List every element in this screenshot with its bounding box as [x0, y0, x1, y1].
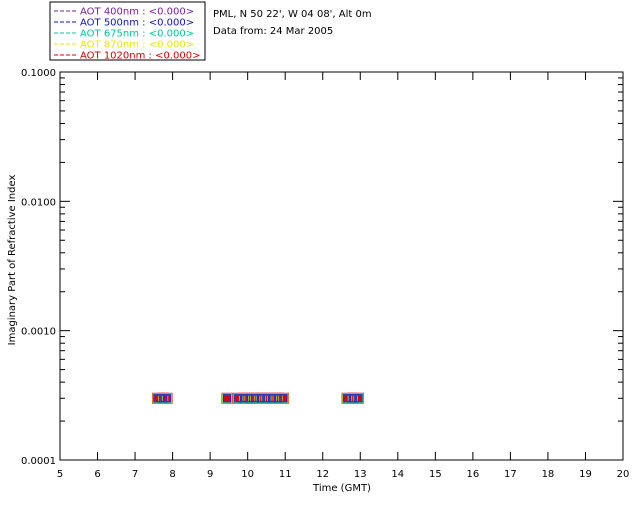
x-tick-label: 15 — [429, 469, 442, 480]
legend-label: AOT 500nm : <0.000> — [80, 18, 194, 29]
y-tick-label: 0.1000 — [21, 68, 56, 79]
x-tick-label: 16 — [466, 469, 479, 480]
x-tick-label: 5 — [57, 469, 63, 480]
x-tick-label: 10 — [241, 469, 254, 480]
chart-canvas: AOT 400nm : <0.000>AOT 500nm : <0.000>AO… — [7, 1, 630, 494]
x-tick-label: 20 — [617, 469, 630, 480]
y-tick-label: 0.0100 — [21, 197, 56, 208]
x-tick-label: 14 — [391, 469, 404, 480]
data-points — [152, 392, 364, 404]
legend-label: AOT 675nm : <0.000> — [80, 29, 194, 40]
x-tick-label: 13 — [354, 469, 367, 480]
x-tick-label: 6 — [94, 469, 100, 480]
legend-label: AOT 870nm : <0.000> — [80, 40, 194, 51]
plot-area — [59, 71, 624, 461]
x-tick-label: 19 — [579, 469, 592, 480]
y-tick-label: 0.0001 — [21, 456, 56, 467]
x-tick-label: 11 — [279, 469, 292, 480]
y-axis: 0.0001 0.0010 0.0100 0.1000 — [21, 68, 623, 467]
x-axis: 5 6 7 8 9 10 11 12 13 14 15 16 17 18 19 20 — [57, 72, 630, 480]
station-info: PML, N 50 22', W 04 08', Alt 0m — [213, 9, 372, 20]
x-tick-label: 12 — [316, 469, 329, 480]
x-tick-label: 18 — [542, 469, 555, 480]
x-tick-label: 17 — [504, 469, 517, 480]
legend-label: AOT 1020nm : <0.000> — [80, 51, 200, 62]
legend: AOT 400nm : <0.000>AOT 500nm : <0.000>AO… — [49, 1, 206, 62]
x-tick-label: 9 — [207, 469, 213, 480]
x-axis-label: Time (GMT) — [312, 483, 371, 494]
y-tick-label: 0.0010 — [21, 327, 56, 338]
data-date: Data from: 24 Mar 2005 — [213, 26, 333, 37]
legend-label: AOT 400nm : <0.000> — [80, 7, 194, 18]
y-axis-label: Imaginary Part of Refractive Index — [7, 175, 18, 346]
x-tick-label: 8 — [169, 469, 175, 480]
x-tick-label: 7 — [132, 469, 138, 480]
